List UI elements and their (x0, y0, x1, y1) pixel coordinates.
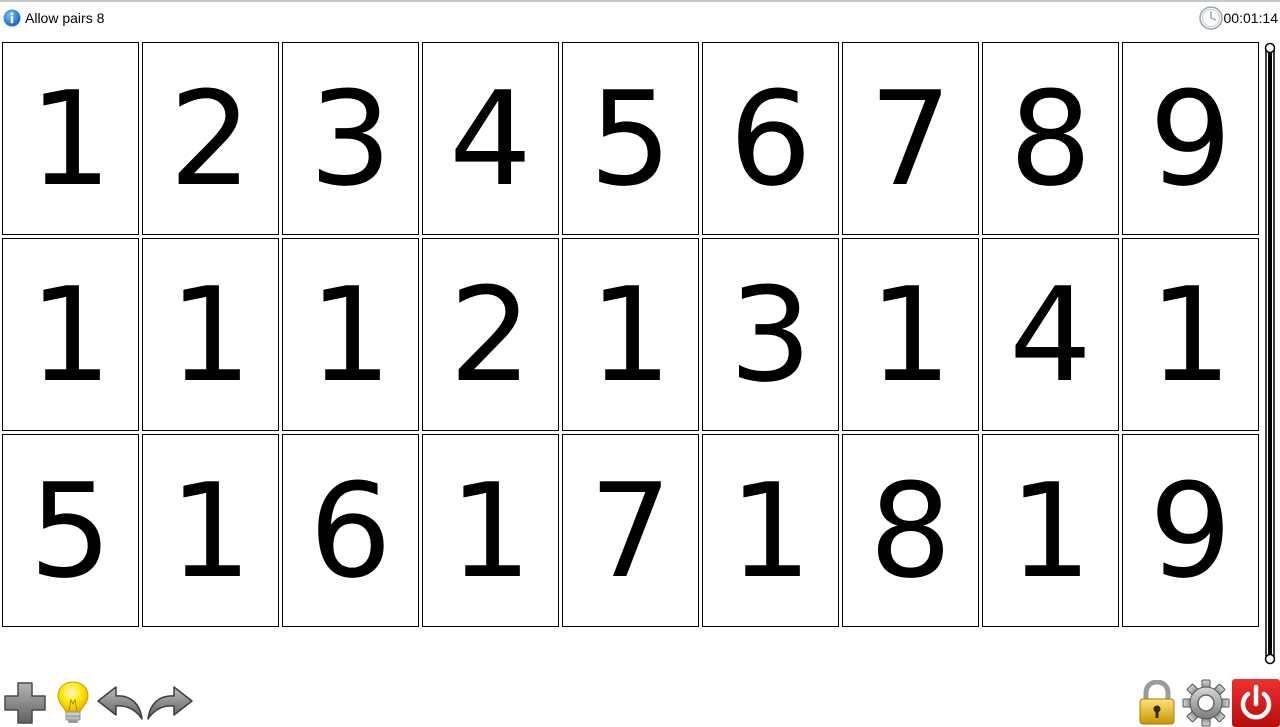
card[interactable]: 1 (2, 238, 139, 431)
card[interactable]: 1 (142, 238, 279, 431)
gear-icon (1182, 679, 1230, 727)
hint-button[interactable] (56, 680, 90, 726)
undo-icon (97, 686, 143, 720)
vertical-scrollbar[interactable] (1263, 42, 1277, 665)
card[interactable]: 7 (562, 434, 699, 627)
settings-button[interactable] (1182, 679, 1230, 727)
card-number: 3 (729, 258, 812, 411)
card-number: 5 (29, 454, 112, 607)
card-number: 1 (169, 454, 252, 607)
card[interactable]: 5 (2, 434, 139, 627)
top-border (0, 0, 1280, 2)
card-number: 1 (589, 258, 672, 411)
card-number: 1 (449, 454, 532, 607)
redo-icon (147, 686, 193, 720)
power-button[interactable] (1232, 679, 1280, 727)
card[interactable]: 4 (982, 238, 1119, 431)
card[interactable]: 1 (142, 434, 279, 627)
redo-button[interactable] (146, 683, 194, 723)
status-message: Allow pairs 8 (25, 10, 105, 26)
card[interactable]: 9 (1122, 42, 1259, 235)
card-number: 6 (309, 454, 392, 607)
card-number: 1 (169, 258, 252, 411)
card[interactable]: 1 (2, 42, 139, 235)
lightbulb-icon (57, 681, 89, 723)
card[interactable]: 4 (422, 42, 559, 235)
card-number: 1 (869, 258, 952, 411)
info-icon[interactable] (3, 9, 21, 27)
plus-icon (4, 682, 46, 724)
clock-icon (1198, 6, 1223, 30)
card[interactable]: 3 (282, 42, 419, 235)
card[interactable]: 1 (702, 434, 839, 627)
card-number: 5 (589, 62, 672, 215)
card-number: 4 (449, 62, 532, 215)
card-number: 8 (869, 454, 952, 607)
game-timer: 00:01:14 (1223, 10, 1279, 26)
lock-button[interactable] (1136, 680, 1178, 726)
card[interactable]: 8 (982, 42, 1119, 235)
card-number: 1 (29, 258, 112, 411)
card[interactable]: 1 (282, 238, 419, 431)
card-number: 2 (169, 62, 252, 215)
card-number: 6 (729, 62, 812, 215)
card-number: 8 (1009, 62, 1092, 215)
undo-button[interactable] (96, 683, 144, 723)
card[interactable]: 5 (562, 42, 699, 235)
add-button[interactable] (2, 680, 48, 726)
bottom-toolbar-right (1136, 679, 1280, 727)
card[interactable]: 9 (1122, 434, 1259, 627)
card[interactable]: 7 (842, 42, 979, 235)
lock-icon (1139, 680, 1175, 725)
card-number: 7 (589, 454, 672, 607)
card[interactable]: 6 (702, 42, 839, 235)
card[interactable]: 1 (982, 434, 1119, 627)
power-icon (1232, 679, 1280, 727)
card-number: 9 (1149, 454, 1232, 607)
card[interactable]: 1 (562, 238, 699, 431)
card-number: 3 (309, 62, 392, 215)
bottom-toolbar-left (2, 679, 194, 727)
card[interactable]: 2 (422, 238, 559, 431)
card-number: 7 (869, 62, 952, 215)
card[interactable]: 2 (142, 42, 279, 235)
card[interactable]: 3 (702, 238, 839, 431)
status-bar-left: Allow pairs 8 (3, 8, 104, 28)
card-grid: 1 2 3 4 5 6 7 8 9 1 1 1 2 1 3 1 4 1 5 1 … (2, 42, 1259, 627)
card-number: 1 (1149, 258, 1232, 411)
card[interactable]: 1 (842, 238, 979, 431)
card[interactable]: 8 (842, 434, 979, 627)
card[interactable]: 1 (422, 434, 559, 627)
card[interactable]: 1 (1122, 238, 1259, 431)
card-number: 1 (729, 454, 812, 607)
status-bar-right: 00:01:14 (1198, 6, 1279, 30)
card[interactable]: 6 (282, 434, 419, 627)
card-number: 4 (1009, 258, 1092, 411)
card-number: 1 (29, 62, 112, 215)
card-number: 1 (309, 258, 392, 411)
card-number: 2 (449, 258, 532, 411)
card-number: 9 (1149, 62, 1232, 215)
card-number: 1 (1009, 454, 1092, 607)
